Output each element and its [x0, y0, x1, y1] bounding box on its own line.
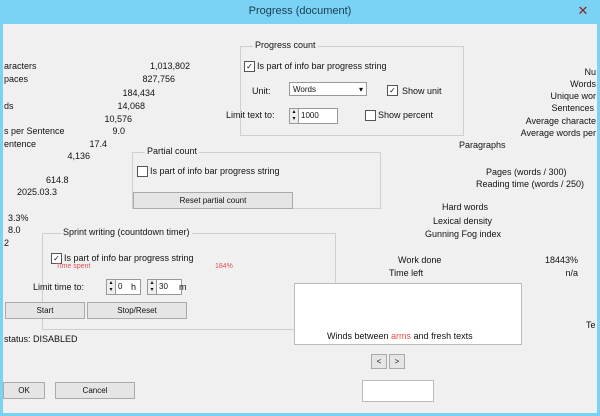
stat-label: aracters [4, 61, 37, 71]
show-unit-checkbox[interactable]: ✓ [387, 85, 398, 96]
hours-input[interactable]: 0 [115, 279, 141, 295]
hours-unit: h [131, 282, 137, 292]
stat-label: Unique wor [550, 91, 596, 101]
window-title: Progress (document) [248, 5, 352, 17]
stop-reset-button[interactable]: Stop/Reset [87, 302, 187, 319]
title-bar: Progress (document) ✕ [0, 0, 600, 24]
stat-value: 14,068 [117, 101, 145, 111]
stat-value: 17.4 [89, 139, 107, 149]
unit-select[interactable]: Words ▾ [289, 82, 367, 96]
sprint-percent: 184% [215, 263, 233, 270]
stat-label: Sentences [551, 103, 594, 113]
progress-infobar-checkbox[interactable]: ✓ [244, 61, 255, 72]
stat-label: Average words per [520, 128, 596, 138]
checkbox-label: Show unit [402, 86, 442, 96]
time-left-label: Time left [389, 268, 424, 278]
preview-text: Winds between arms and fresh texts [327, 331, 473, 341]
footer-field [362, 380, 434, 402]
preview-box: Winds between arms and fresh texts [294, 283, 522, 345]
stat-value: 3.3% [8, 213, 29, 223]
stat-value: 827,756 [142, 74, 175, 84]
checkbox-label: Is part of info bar progress string [150, 166, 280, 176]
stat-value: 10,576 [104, 114, 132, 124]
work-done-label: Work done [398, 255, 442, 265]
stat-label: Average characte [525, 116, 596, 126]
group-legend: Partial count [145, 146, 200, 156]
stat-label: paces [4, 74, 29, 84]
stat-label: Words [570, 79, 596, 89]
stat-value: 184,434 [122, 88, 155, 98]
reading-time-label: Reading time (words / 250) [476, 179, 585, 189]
preview-text-normal: and fresh texts [413, 331, 473, 341]
group-legend: Sprint writing (countdown timer) [61, 227, 192, 237]
pages-label: Pages (words / 300) [486, 167, 567, 177]
limit-text-label: Limit text to: [226, 110, 275, 120]
preview-text-highlight: arms [391, 331, 414, 341]
reset-partial-count-button[interactable]: Reset partial count [133, 192, 293, 209]
chevron-down-icon: ▾ [358, 85, 363, 94]
stat-value: 2025.03.3 [17, 187, 58, 197]
group-legend: Progress count [253, 40, 318, 50]
limit-time-label: Limit time to: [33, 282, 85, 292]
limit-text-input[interactable]: 1000 [298, 108, 338, 124]
work-done-value: 18443% [544, 255, 578, 265]
stat-value: 2 [4, 238, 10, 248]
stat-value: 614.8 [46, 175, 69, 185]
stat-value: 4,136 [67, 151, 90, 161]
show-percent-checkbox[interactable] [365, 110, 376, 121]
stat-label: ds [4, 101, 14, 111]
sprint-status: status: DISABLED [4, 334, 78, 344]
gunning-fog-label: Gunning Fog index [425, 229, 502, 239]
stat-label: Paragraphs [459, 140, 506, 150]
sprint-time-spent: Time spent [56, 263, 91, 270]
unit-label: Unit: [252, 86, 271, 96]
checkbox-label: Show percent [378, 110, 434, 120]
prev-button[interactable]: < [371, 354, 387, 369]
time-left-value: n/a [565, 268, 578, 278]
close-icon[interactable]: ✕ [574, 4, 592, 18]
next-button[interactable]: > [389, 354, 405, 369]
window-frame-left [0, 24, 3, 416]
unit-select-value: Words [293, 85, 316, 94]
hard-words-label: Hard words [442, 202, 489, 212]
lexical-density-label: Lexical density [433, 216, 493, 226]
checkbox-label: Is part of info bar progress string [257, 61, 387, 71]
stat-value: 9.0 [112, 126, 125, 136]
cancel-button[interactable]: Cancel [55, 382, 135, 399]
partial-infobar-checkbox[interactable] [137, 166, 148, 177]
stat-value: 8.0 [8, 225, 21, 235]
preview-text-normal: Winds between [327, 331, 392, 341]
checkbox-label: Is part of info bar progress string [64, 253, 194, 263]
ok-button[interactable]: OK [3, 382, 45, 399]
stat-label: Nu [584, 67, 596, 77]
minutes-unit: m [179, 282, 187, 292]
stat-value: 1,013,802 [149, 61, 190, 71]
trailing-label: Te [586, 320, 596, 330]
start-button[interactable]: Start [5, 302, 85, 319]
